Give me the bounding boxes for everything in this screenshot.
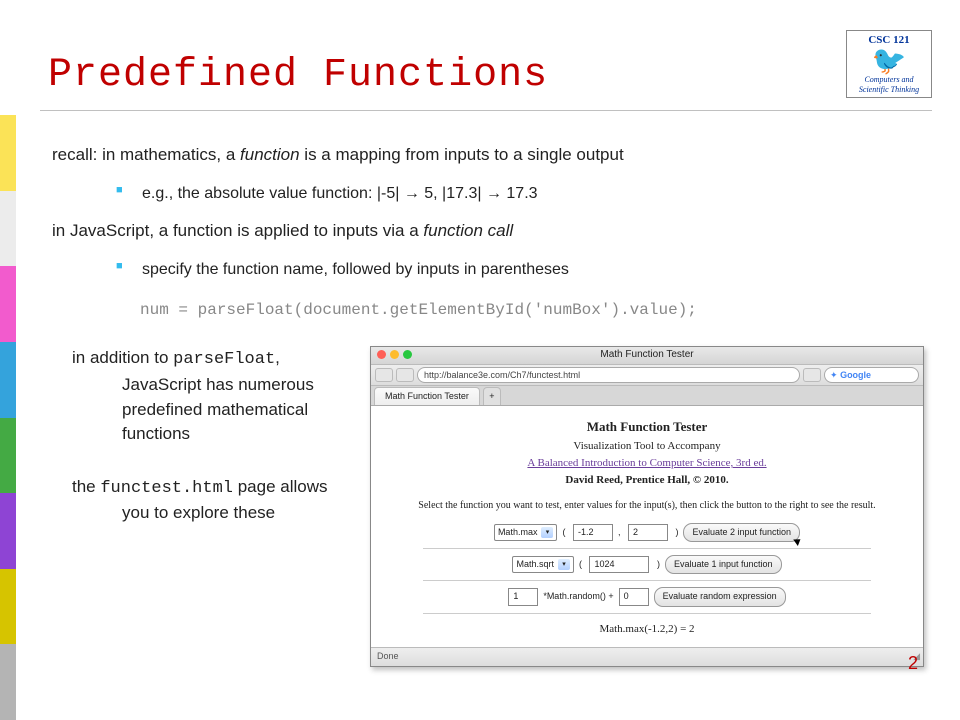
window-controls[interactable] [377, 350, 412, 359]
row-one-input: Math.sqrt▾ ( 1024 ) Evaluate 1 input fun… [383, 555, 911, 574]
mascot-icon: 🐦 [852, 47, 926, 75]
input-1b[interactable]: 2 [628, 524, 668, 541]
course-subtitle: Computers and Scientific Thinking [852, 75, 926, 94]
input-2a[interactable]: 1024 [589, 556, 649, 573]
zoom-icon[interactable] [403, 350, 412, 359]
paragraph-1: recall: in mathematics, a function is a … [52, 143, 924, 168]
slide-header: Predefined Functions CSC 121 🐦 Computers… [40, 0, 932, 111]
input-3b[interactable]: 0 [619, 588, 649, 605]
code-example: num = parseFloat(document.getElementById… [52, 299, 924, 322]
page-instructions: Select the function you want to test, en… [383, 499, 911, 514]
window-title: Math Function Tester [600, 348, 693, 363]
minimize-icon[interactable] [390, 350, 399, 359]
page-sub1: Visualization Tool to Accompany [383, 439, 911, 455]
page-number: 2 [908, 653, 918, 674]
embedded-browser: Math Function Tester http://balance3e.co… [370, 346, 924, 666]
slide-body: recall: in mathematics, a function is a … [40, 111, 932, 666]
tab-bar: Math Function Tester + [371, 386, 923, 406]
paragraph-4: the functest.html page allows you to exp… [122, 475, 352, 526]
reload-button[interactable] [803, 368, 821, 382]
browser-titlebar: Math Function Tester [371, 347, 923, 365]
url-bar[interactable]: http://balance3e.com/Ch7/functest.html [417, 367, 800, 383]
slide: Predefined Functions CSC 121 🐦 Computers… [0, 0, 960, 667]
slide-title: Predefined Functions [48, 53, 548, 98]
eval-2-button[interactable]: Evaluate 2 input function [683, 523, 800, 542]
browser-tab[interactable]: Math Function Tester [374, 387, 480, 405]
fn-select-2[interactable]: Math.sqrt▾ [512, 556, 574, 573]
bullet-1: e.g., the absolute value function: |-5| … [52, 182, 924, 205]
eval-random-button[interactable]: Evaluate random expression [654, 587, 786, 606]
search-bar[interactable]: ✦ Google [824, 367, 919, 383]
paragraph-2: in JavaScript, a function is applied to … [52, 219, 924, 244]
page-book-link[interactable]: A Balanced Introduction to Computer Scie… [527, 457, 766, 469]
course-logo: CSC 121 🐦 Computers and Scientific Think… [846, 30, 932, 98]
input-3a[interactable]: 1 [508, 588, 538, 605]
fn-select-1[interactable]: Math.max▾ [494, 524, 558, 541]
eval-1-button[interactable]: Evaluate 1 input function [665, 555, 782, 574]
page-sub3: David Reed, Prentice Hall, © 2010. [383, 473, 911, 489]
forward-button[interactable] [396, 368, 414, 382]
back-button[interactable] [375, 368, 393, 382]
lower-text: in addition to parseFloat, JavaScript ha… [52, 346, 352, 554]
page-content: Math Function Tester Visualization Tool … [371, 406, 923, 647]
input-1a[interactable]: -1.2 [573, 524, 613, 541]
accent-stripes [0, 115, 16, 720]
new-tab-button[interactable]: + [483, 387, 501, 405]
page-heading: Math Function Tester [383, 418, 911, 437]
row-two-input: Math.max▾ ( -1.2 , 2 ) Evaluate 2 input … [383, 523, 911, 542]
row-random: 1 *Math.random() + 0 Evaluate random exp… [383, 587, 911, 606]
url-text: http://balance3e.com/Ch7/functest.html [424, 369, 580, 382]
result-text: Math.max(-1.2,2) = 2 [383, 622, 911, 638]
browser-toolbar: http://balance3e.com/Ch7/functest.html ✦… [371, 365, 923, 386]
status-bar: Done ◢ [371, 647, 923, 665]
bullet-2: specify the function name, followed by i… [52, 258, 924, 281]
close-icon[interactable] [377, 350, 386, 359]
paragraph-3: in addition to parseFloat, JavaScript ha… [122, 346, 352, 447]
